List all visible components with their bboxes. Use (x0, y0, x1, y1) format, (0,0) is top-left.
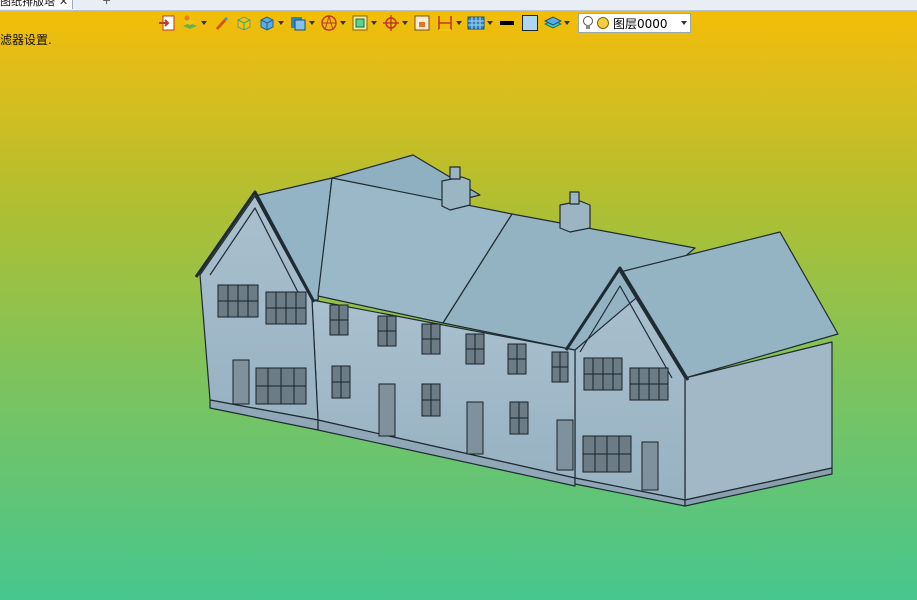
render-grid-button[interactable] (466, 12, 494, 34)
door (556, 419, 574, 471)
door (641, 441, 659, 491)
bulb-icon (583, 16, 593, 29)
chimney-1 (441, 166, 471, 211)
line-weight-icon (500, 21, 514, 25)
pen-button[interactable] (211, 12, 231, 34)
window (551, 351, 569, 383)
chevron-down-icon (371, 21, 377, 25)
snap-target-icon (383, 15, 399, 31)
window (377, 315, 397, 347)
layer-stack-button[interactable] (543, 12, 571, 34)
chevron-down-icon (201, 21, 207, 25)
color-swatch-icon (522, 15, 538, 31)
document-tab-bar: 图纸排版塔 ✕ + (0, 0, 917, 11)
chevron-down-icon (309, 21, 315, 25)
cube-icon (260, 16, 274, 31)
window (507, 343, 527, 375)
door (466, 401, 484, 455)
window (255, 367, 307, 405)
layer-name: 图层0000 (613, 16, 668, 31)
door (232, 359, 250, 405)
small-box-icon (414, 15, 430, 31)
window (421, 383, 441, 417)
layer-dropdown[interactable]: 图层0000 (578, 13, 691, 33)
color-swatch-button[interactable] (520, 12, 540, 34)
import-button[interactable] (157, 12, 177, 34)
dimension-icon (438, 16, 452, 31)
layer-color-dot-icon (597, 17, 609, 29)
house-model[interactable] (0, 0, 917, 600)
solid-shade-button[interactable] (234, 12, 254, 34)
small-box-button[interactable] (412, 12, 432, 34)
window (265, 291, 307, 325)
window (331, 365, 351, 399)
chimney-2 (559, 191, 591, 233)
chevron-down-icon (487, 21, 493, 25)
window (582, 435, 632, 473)
chevron-down-icon (564, 21, 570, 25)
document-tab[interactable]: 图纸排版塔 ✕ (0, 0, 74, 9)
window (329, 304, 349, 336)
solid-shade-icon (237, 16, 251, 31)
layers-paint-button[interactable] (180, 12, 208, 34)
window (421, 323, 441, 355)
window (509, 401, 529, 435)
chevron-down-icon (340, 21, 346, 25)
close-icon[interactable]: ✕ (59, 0, 68, 8)
line-weight-button[interactable] (497, 12, 517, 34)
window (217, 284, 259, 318)
pen-icon (216, 17, 228, 30)
view-cube-icon (291, 17, 306, 31)
chevron-down-icon (456, 21, 462, 25)
tab-title: 图纸排版塔 (0, 0, 55, 8)
chevron-down-icon[interactable] (681, 21, 687, 25)
section-sphere-button[interactable] (319, 12, 347, 34)
chevron-down-icon (278, 21, 284, 25)
box-frame-icon (352, 15, 368, 31)
snap-target-button[interactable] (381, 12, 409, 34)
section-sphere-icon (321, 15, 337, 31)
cube-button[interactable] (257, 12, 285, 34)
3d-viewport[interactable]: 图纸排版塔 ✕ + 图层0000 滤器设置. (0, 0, 917, 600)
dimension-button[interactable] (435, 12, 463, 34)
box-frame-button[interactable] (350, 12, 378, 34)
window (583, 357, 623, 391)
view-toolbar: 图层0000 (157, 11, 691, 35)
render-grid-icon (467, 16, 485, 30)
import-icon (159, 15, 175, 31)
window (465, 333, 485, 365)
new-tab-icon[interactable]: + (102, 0, 111, 7)
window (629, 367, 669, 401)
layers-paint-icon (183, 15, 197, 29)
chevron-down-icon (402, 21, 408, 25)
status-message: 滤器设置. (0, 33, 52, 47)
layer-stack-icon (544, 16, 562, 29)
door (378, 383, 396, 437)
view-cube-button[interactable] (288, 12, 316, 34)
